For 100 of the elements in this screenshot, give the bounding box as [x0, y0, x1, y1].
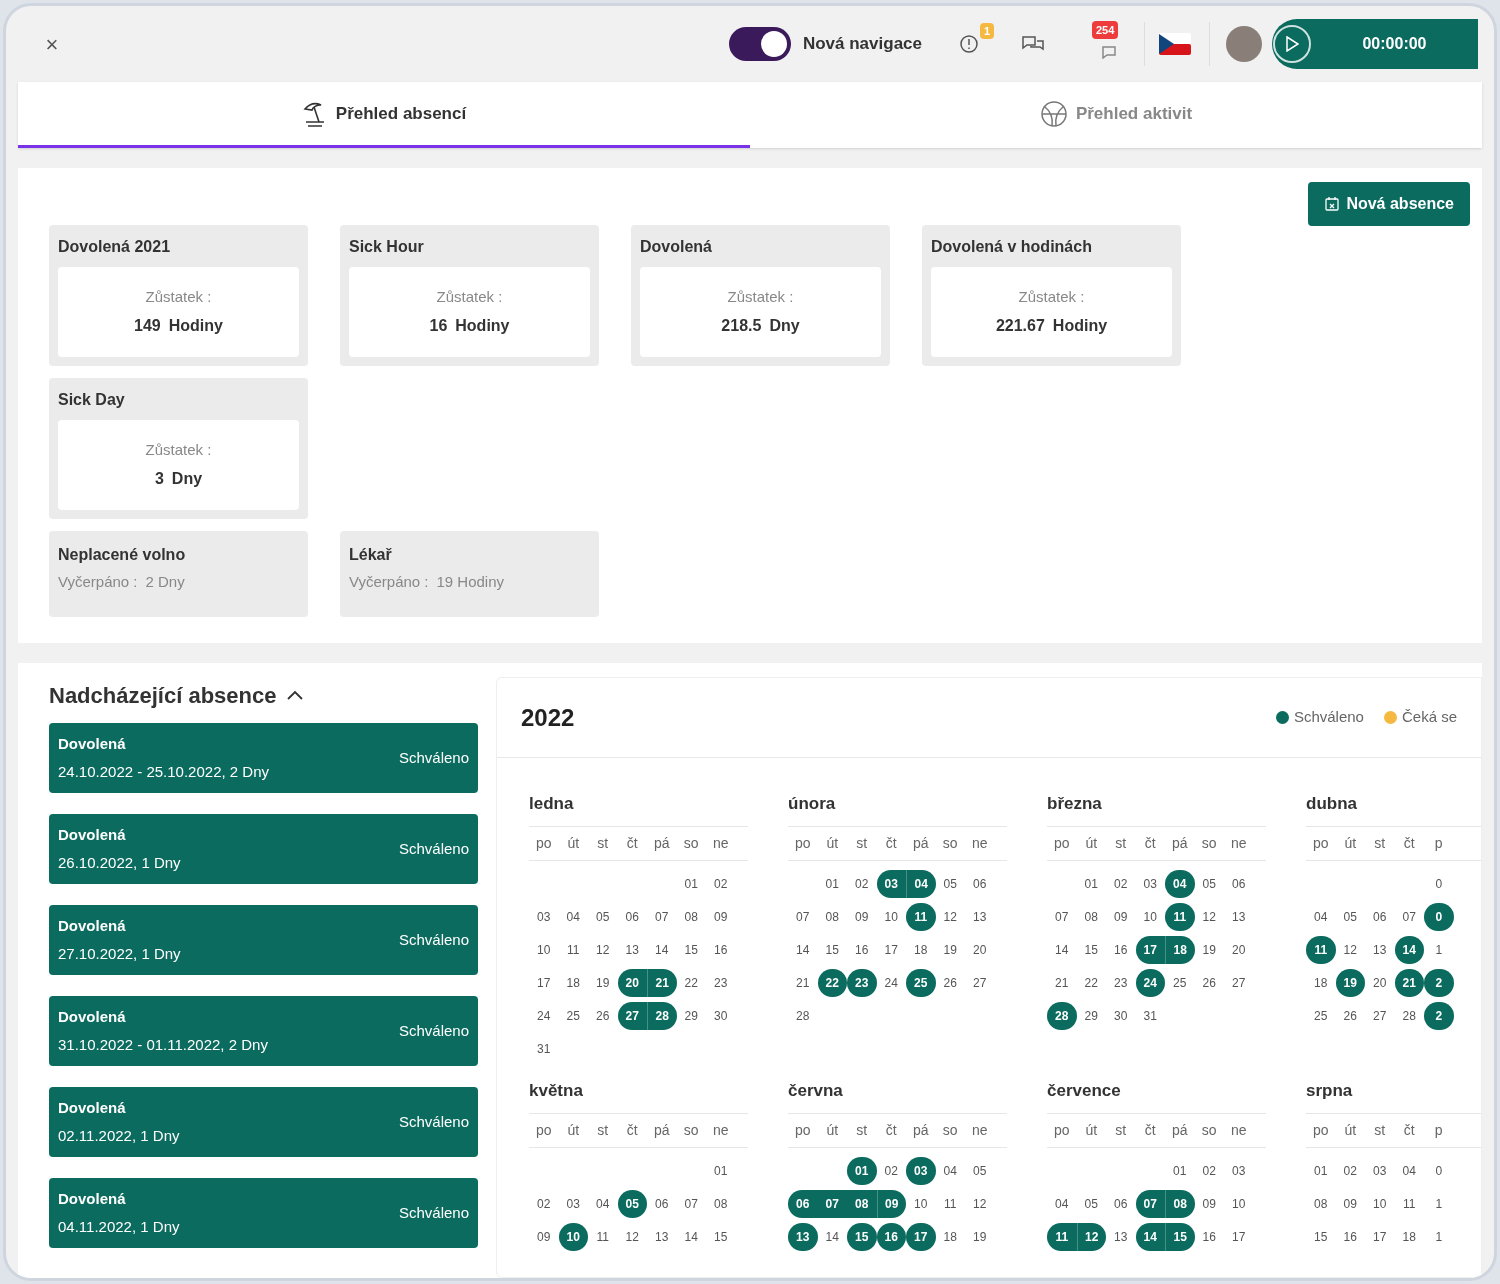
day-number[interactable]: 15 [714, 1227, 728, 1246]
selected-day[interactable]: 13 [788, 1222, 818, 1251]
day-number[interactable]: 01 [1314, 1161, 1328, 1180]
selected-day[interactable]: 25 [906, 968, 936, 997]
day-number[interactable]: 08 [825, 907, 839, 926]
selected-day[interactable]: 15 [847, 1222, 877, 1251]
day-number[interactable]: 10 [537, 940, 551, 959]
day-number[interactable]: 07 [796, 907, 810, 926]
day-number[interactable]: 16 [855, 940, 869, 959]
day-number[interactable]: 02 [714, 874, 728, 893]
day-number[interactable]: 27 [1232, 973, 1246, 992]
day-number[interactable]: 10 [1373, 1194, 1387, 1213]
day-number[interactable]: 05 [943, 874, 957, 893]
selected-day[interactable]: 28 [1047, 1001, 1077, 1030]
absence-card[interactable]: Dovolená 31.10.2022 - 01.11.2022, 2 Dny Schváleno [49, 996, 478, 1066]
selected-day[interactable]: 16 [876, 1222, 906, 1251]
tab[interactable]: Přehled absencí [18, 82, 750, 148]
day-number[interactable]: 20 [973, 940, 987, 959]
absence-card[interactable]: Dovolená 02.11.2022, 1 Dny Schváleno [49, 1087, 478, 1157]
day-number[interactable]: 05 [1343, 907, 1357, 926]
selected-day[interactable]: 12 [1076, 1222, 1106, 1251]
selected-day[interactable]: 24 [1135, 968, 1165, 997]
day-number[interactable]: 14 [1055, 940, 1069, 959]
day-number[interactable]: 04 [1055, 1194, 1069, 1213]
day-number[interactable]: 0 [1435, 874, 1443, 893]
day-number[interactable]: 06 [1373, 907, 1387, 926]
day-number[interactable]: 14 [796, 940, 810, 959]
day-number[interactable]: 25 [1314, 1006, 1328, 1025]
day-number[interactable]: 01 [684, 874, 698, 893]
day-number[interactable]: 13 [1373, 940, 1387, 959]
day-number[interactable]: 18 [1314, 973, 1328, 992]
day-number[interactable]: 15 [684, 940, 698, 959]
day-number[interactable]: 19 [1202, 940, 1216, 959]
day-number[interactable]: 03 [1232, 1161, 1246, 1180]
selected-day[interactable]: 21 [647, 968, 677, 997]
day-number[interactable]: 11 [567, 940, 580, 959]
day-number[interactable]: 07 [1402, 907, 1416, 926]
selected-day[interactable]: 11 [1306, 935, 1336, 964]
day-number[interactable]: 16 [1343, 1227, 1357, 1246]
day-number[interactable]: 06 [1232, 874, 1246, 893]
day-number[interactable]: 18 [566, 973, 580, 992]
alert-icon[interactable] [959, 34, 979, 54]
selected-day[interactable]: 11 [906, 902, 936, 931]
day-number[interactable]: 29 [1084, 1006, 1098, 1025]
day-number[interactable]: 14 [684, 1227, 698, 1246]
day-number[interactable]: 03 [1373, 1161, 1387, 1180]
day-number[interactable]: 07 [684, 1194, 698, 1213]
day-number[interactable]: 06 [973, 874, 987, 893]
selected-day[interactable]: 11 [1165, 902, 1195, 931]
selected-day[interactable]: 07 [1135, 1189, 1165, 1218]
selected-day[interactable]: 09 [876, 1189, 906, 1218]
selected-day[interactable]: 22 [817, 968, 847, 997]
day-number[interactable]: 1 [1435, 1194, 1443, 1213]
day-number[interactable]: 31 [1143, 1006, 1157, 1025]
day-number[interactable]: 12 [973, 1194, 987, 1213]
day-number[interactable]: 18 [914, 940, 928, 959]
day-number[interactable]: 04 [943, 1161, 957, 1180]
selected-day[interactable]: 27 [617, 1001, 647, 1030]
day-number[interactable]: 14 [655, 940, 669, 959]
day-number[interactable]: 04 [1314, 907, 1328, 926]
day-number[interactable]: 12 [1343, 940, 1357, 959]
day-number[interactable]: 12 [625, 1227, 639, 1246]
message-icon[interactable] [1101, 45, 1117, 59]
day-number[interactable]: 15 [825, 940, 839, 959]
day-number[interactable]: 08 [1084, 907, 1098, 926]
day-number[interactable]: 12 [596, 940, 610, 959]
selected-day[interactable]: 06 [788, 1189, 818, 1218]
day-number[interactable]: 09 [855, 907, 869, 926]
day-number[interactable]: 1 [1435, 940, 1443, 959]
selected-day[interactable]: 17 [906, 1222, 936, 1251]
day-number[interactable]: 13 [1114, 1227, 1128, 1246]
day-number[interactable]: 10 [1143, 907, 1157, 926]
day-number[interactable]: 26 [1343, 1006, 1357, 1025]
day-number[interactable]: 08 [714, 1194, 728, 1213]
day-number[interactable]: 18 [1402, 1227, 1416, 1246]
day-number[interactable]: 16 [1202, 1227, 1216, 1246]
day-number[interactable]: 29 [684, 1006, 698, 1025]
day-number[interactable]: 17 [1232, 1227, 1246, 1246]
day-number[interactable]: 06 [655, 1194, 669, 1213]
selected-day[interactable]: 14 [1394, 935, 1424, 964]
day-number[interactable]: 07 [1055, 907, 1069, 926]
section-toggle[interactable]: Nadcházející absence [49, 677, 305, 713]
selected-day[interactable]: 2 [1424, 968, 1454, 997]
day-number[interactable]: 11 [596, 1227, 609, 1246]
day-number[interactable]: 20 [1373, 973, 1387, 992]
day-number[interactable]: 17 [537, 973, 551, 992]
selected-day[interactable]: 21 [1394, 968, 1424, 997]
play-button[interactable] [1273, 25, 1311, 63]
day-number[interactable]: 12 [943, 907, 957, 926]
day-number[interactable]: 02 [1114, 874, 1128, 893]
selected-day[interactable]: 04 [1165, 869, 1195, 898]
day-number[interactable]: 25 [1173, 973, 1187, 992]
selected-day[interactable]: 03 [906, 1156, 936, 1185]
day-number[interactable]: 22 [684, 973, 698, 992]
day-number[interactable]: 26 [1202, 973, 1216, 992]
day-number[interactable]: 19 [596, 973, 610, 992]
selected-day[interactable]: 20 [617, 968, 647, 997]
absence-card[interactable]: Dovolená 26.10.2022, 1 Dny Schváleno [49, 814, 478, 884]
day-number[interactable]: 09 [537, 1227, 551, 1246]
day-number[interactable]: 03 [566, 1194, 580, 1213]
